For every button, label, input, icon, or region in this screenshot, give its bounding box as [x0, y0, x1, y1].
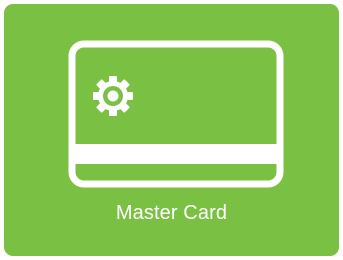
gear-icon	[93, 76, 133, 116]
credit-card-gear-icon	[68, 40, 284, 188]
card-stripe	[72, 144, 280, 164]
master-card-tile[interactable]: Master Card	[4, 4, 339, 256]
tile-label: Master Card	[115, 202, 228, 224]
